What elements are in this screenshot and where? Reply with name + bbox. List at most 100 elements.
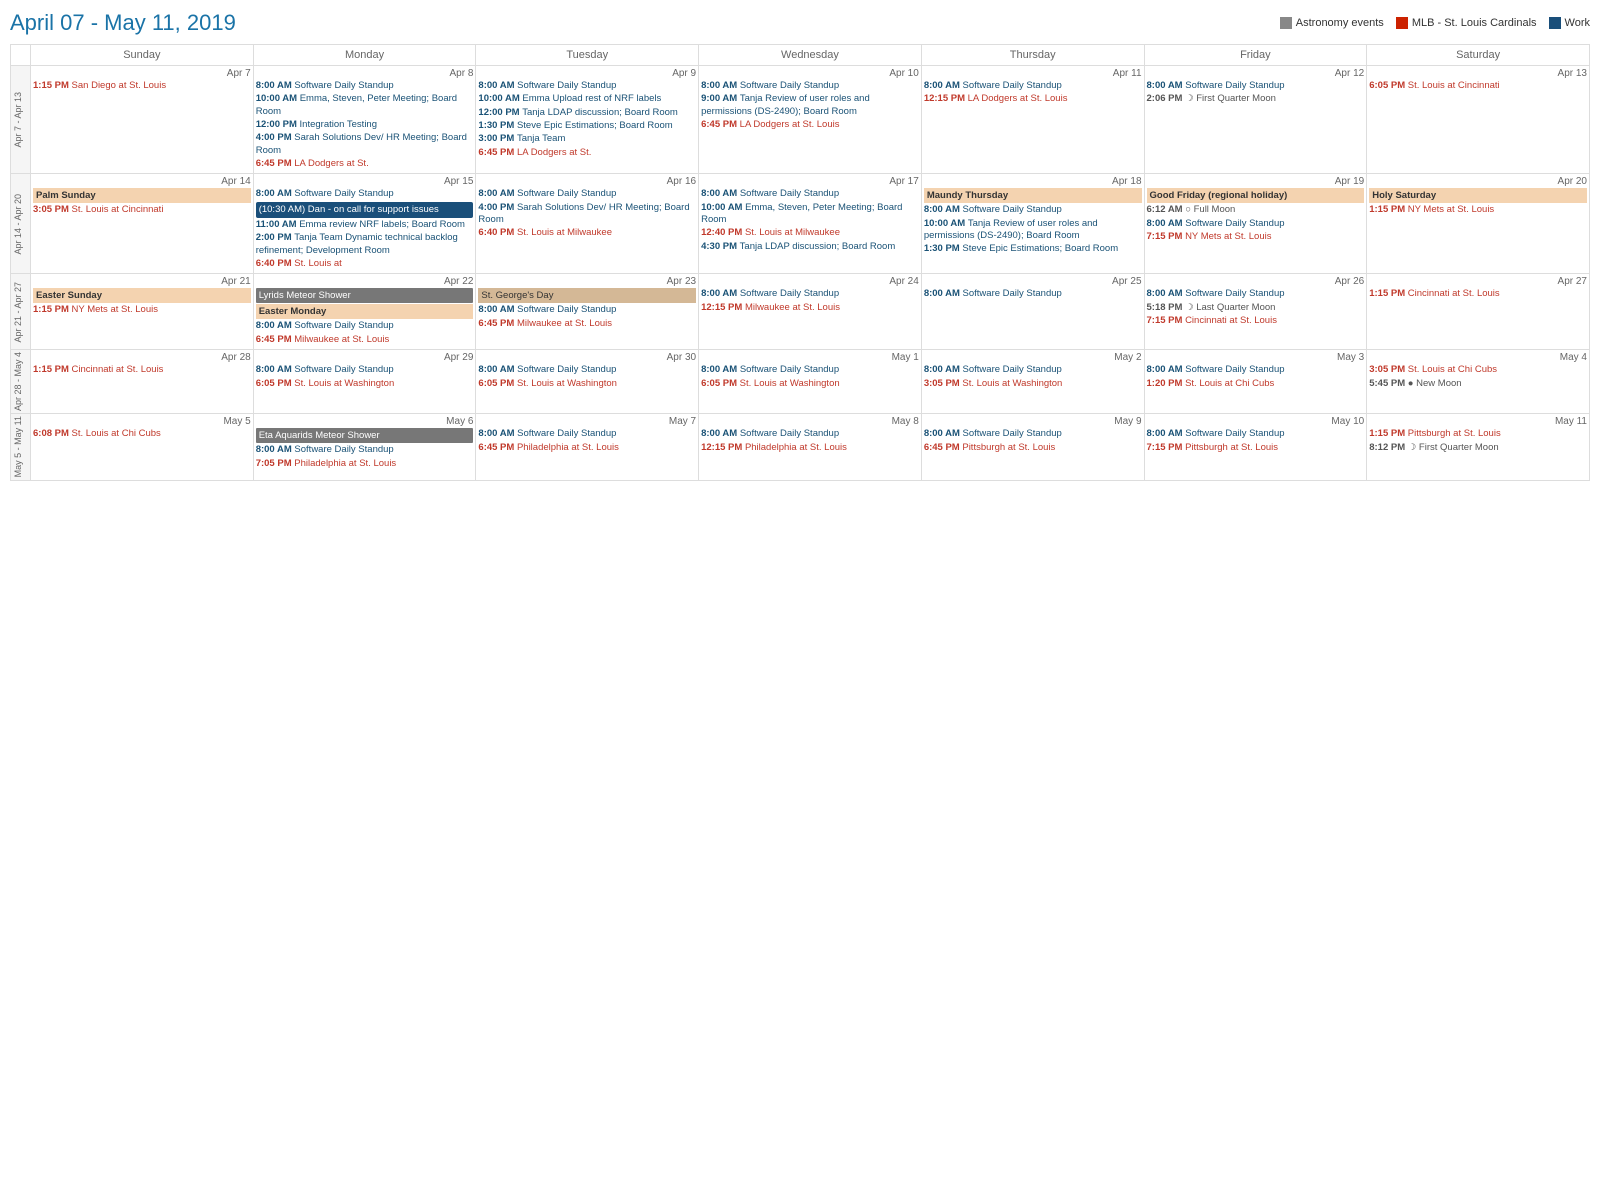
week-label: Apr 14 - Apr 20 <box>13 194 23 255</box>
week-col-header <box>11 45 31 66</box>
calendar-event[interactable]: 1:15 PM Pittsburgh at St. Louis <box>1369 428 1587 440</box>
calendar-event[interactable]: 1:15 PM NY Mets at St. Louis <box>33 304 251 316</box>
calendar-cell: Apr 19Good Friday (regional holiday)6:12… <box>1144 174 1367 274</box>
calendar-event[interactable]: 5:18 PM ☽ Last Quarter Moon <box>1147 302 1365 314</box>
day-of-week-header: Thursday <box>921 45 1144 66</box>
calendar-cell: Apr 281:15 PM Cincinnati at St. Louis <box>31 350 254 414</box>
calendar-event[interactable]: 6:45 PM Philadelphia at St. Louis <box>478 442 696 454</box>
calendar-event[interactable]: 3:00 PM Tanja Team <box>478 133 696 145</box>
calendar-event[interactable]: 12:00 PM Tanja LDAP discussion; Board Ro… <box>478 107 696 119</box>
calendar-event[interactable]: 6:45 PM Milwaukee at St. Louis <box>256 334 474 346</box>
calendar-event[interactable]: 1:15 PM San Diego at St. Louis <box>33 80 251 92</box>
calendar-event[interactable]: 8:12 PM ☽ First Quarter Moon <box>1369 442 1587 454</box>
calendar-event[interactable]: 12:40 PM St. Louis at Milwaukee <box>701 227 919 239</box>
calendar-event[interactable]: 8:00 AM Software Daily Standup <box>924 80 1142 92</box>
calendar-event[interactable]: 11:00 AM Emma review NRF labels; Board R… <box>256 219 474 231</box>
calendar-event[interactable]: 12:15 PM Philadelphia at St. Louis <box>701 442 919 454</box>
day-of-week-header: Wednesday <box>699 45 922 66</box>
calendar-cell: Apr 20Holy Saturday1:15 PM NY Mets at St… <box>1367 174 1590 274</box>
calendar-event[interactable]: 9:00 AM Tanja Review of user roles and p… <box>701 93 919 118</box>
cell-date: May 6 <box>256 416 474 427</box>
calendar-event[interactable]: 1:30 PM Steve Epic Estimations; Board Ro… <box>924 243 1142 255</box>
calendar-event[interactable]: 4:00 PM Sarah Solutions Dev/ HR Meeting;… <box>256 132 474 157</box>
calendar-event[interactable]: 10:00 AM Emma, Steven, Peter Meeting; Bo… <box>701 202 919 227</box>
calendar-event[interactable]: 8:00 AM Software Daily Standup <box>1147 428 1365 440</box>
calendar-event[interactable]: 1:15 PM NY Mets at St. Louis <box>1369 204 1587 216</box>
calendar-event[interactable]: 6:45 PM Pittsburgh at St. Louis <box>924 442 1142 454</box>
cell-date: Apr 28 <box>33 352 251 363</box>
calendar-event[interactable]: 3:05 PM St. Louis at Cincinnati <box>33 204 251 216</box>
calendar-event[interactable]: 6:05 PM St. Louis at Washington <box>256 378 474 390</box>
calendar-cell: Apr 158:00 AM Software Daily Standup(10:… <box>253 174 476 274</box>
calendar-event[interactable]: 8:00 AM Software Daily Standup <box>701 428 919 440</box>
calendar-event[interactable]: 10:00 AM Emma Upload rest of NRF labels <box>478 93 696 105</box>
calendar-event[interactable]: 4:30 PM Tanja LDAP discussion; Board Roo… <box>701 241 919 253</box>
cell-date: May 3 <box>1147 352 1365 363</box>
calendar-event[interactable]: 6:40 PM St. Louis at Milwaukee <box>478 227 696 239</box>
calendar-event[interactable]: 4:00 PM Sarah Solutions Dev/ HR Meeting;… <box>478 202 696 227</box>
calendar-event[interactable]: 8:00 AM Software Daily Standup <box>924 204 1142 216</box>
secondary-banner: St. George's Day <box>478 288 696 303</box>
calendar-event[interactable]: 8:00 AM Software Daily Standup <box>256 320 474 332</box>
calendar-event[interactable]: 12:15 PM Milwaukee at St. Louis <box>701 302 919 314</box>
calendar-table: SundayMondayTuesdayWednesdayThursdayFrid… <box>10 44 1590 481</box>
calendar-event[interactable]: 12:15 PM LA Dodgers at St. Louis <box>924 93 1142 105</box>
calendar-event[interactable]: 8:00 AM Software Daily Standup <box>478 188 696 200</box>
calendar-event[interactable]: 8:00 AM Software Daily Standup <box>478 428 696 440</box>
calendar-event[interactable]: 1:15 PM Cincinnati at St. Louis <box>33 364 251 376</box>
calendar-cell: May 43:05 PM St. Louis at Chi Cubs5:45 P… <box>1367 350 1590 414</box>
calendar-event[interactable]: 5:45 PM ● New Moon <box>1369 378 1587 390</box>
calendar-event[interactable]: 12:00 PM Integration Testing <box>256 119 474 131</box>
calendar-event[interactable]: 8:00 AM Software Daily Standup <box>256 444 474 456</box>
calendar-cell: Apr 271:15 PM Cincinnati at St. Louis <box>1367 274 1590 350</box>
cell-date: May 10 <box>1147 416 1365 427</box>
calendar-event[interactable]: 6:05 PM St. Louis at Washington <box>478 378 696 390</box>
holiday-banner: Palm Sunday <box>33 188 251 203</box>
calendar-event[interactable]: 2:00 PM Tanja Team Dynamic technical bac… <box>256 232 474 257</box>
mlb-legend-box <box>1396 17 1408 29</box>
calendar-event[interactable]: 3:05 PM St. Louis at Chi Cubs <box>1369 364 1587 376</box>
calendar-event[interactable]: 6:45 PM Milwaukee at St. Louis <box>478 318 696 330</box>
calendar-event[interactable]: 7:05 PM Philadelphia at St. Louis <box>256 458 474 470</box>
calendar-event[interactable]: 6:45 PM LA Dodgers at St. <box>256 158 474 170</box>
calendar-cell: Apr 88:00 AM Software Daily Standup10:00… <box>253 66 476 174</box>
calendar-event[interactable]: 8:00 AM Software Daily Standup <box>924 288 1142 300</box>
calendar-event[interactable]: 8:00 AM Software Daily Standup <box>701 80 919 92</box>
calendar-cell: Apr 308:00 AM Software Daily Standup6:05… <box>476 350 699 414</box>
calendar-event[interactable]: 8:00 AM Software Daily Standup <box>701 288 919 300</box>
calendar-event[interactable]: (10:30 AM) Dan - on call for support iss… <box>256 202 474 218</box>
calendar-event[interactable]: 8:00 AM Software Daily Standup <box>924 428 1142 440</box>
calendar-event[interactable]: 6:40 PM St. Louis at <box>256 258 474 270</box>
calendar-event[interactable]: 3:05 PM St. Louis at Washington <box>924 378 1142 390</box>
calendar-event[interactable]: 8:00 AM Software Daily Standup <box>478 364 696 376</box>
calendar-event[interactable]: 8:00 AM Software Daily Standup <box>256 80 474 92</box>
calendar-event[interactable]: 8:00 AM Software Daily Standup <box>1147 218 1365 230</box>
calendar-event[interactable]: 8:00 AM Software Daily Standup <box>256 188 474 200</box>
calendar-event[interactable]: 6:12 AM ○ Full Moon <box>1147 204 1365 216</box>
calendar-event[interactable]: 8:00 AM Software Daily Standup <box>256 364 474 376</box>
calendar-event[interactable]: 8:00 AM Software Daily Standup <box>924 364 1142 376</box>
calendar-event[interactable]: 8:00 AM Software Daily Standup <box>1147 288 1365 300</box>
calendar-event[interactable]: 1:30 PM Steve Epic Estimations; Board Ro… <box>478 120 696 132</box>
calendar-event[interactable]: 10:00 AM Tanja Review of user roles and … <box>924 218 1142 243</box>
calendar-event[interactable]: 8:00 AM Software Daily Standup <box>701 364 919 376</box>
calendar-cell: Apr 21Easter Sunday1:15 PM NY Mets at St… <box>31 274 254 350</box>
calendar-event[interactable]: 8:00 AM Software Daily Standup <box>478 304 696 316</box>
calendar-event[interactable]: 6:45 PM LA Dodgers at St. <box>478 147 696 159</box>
calendar-event[interactable]: 1:20 PM St. Louis at Chi Cubs <box>1147 378 1365 390</box>
calendar-event[interactable]: 8:00 AM Software Daily Standup <box>701 188 919 200</box>
calendar-event[interactable]: 7:15 PM NY Mets at St. Louis <box>1147 231 1365 243</box>
calendar-event[interactable]: 1:15 PM Cincinnati at St. Louis <box>1369 288 1587 300</box>
calendar-event[interactable]: 6:45 PM LA Dodgers at St. Louis <box>701 119 919 131</box>
calendar-event[interactable]: 8:00 AM Software Daily Standup <box>1147 80 1365 92</box>
calendar-event[interactable]: 7:15 PM Cincinnati at St. Louis <box>1147 315 1365 327</box>
calendar-event[interactable]: 8:00 AM Software Daily Standup <box>478 80 696 92</box>
calendar-event[interactable]: 6:05 PM St. Louis at Cincinnati <box>1369 80 1587 92</box>
calendar-event[interactable]: 10:00 AM Emma, Steven, Peter Meeting; Bo… <box>256 93 474 118</box>
calendar-event[interactable]: 8:00 AM Software Daily Standup <box>1147 364 1365 376</box>
calendar-event[interactable]: 6:05 PM St. Louis at Washington <box>701 378 919 390</box>
calendar-event[interactable]: 2:06 PM ☽ First Quarter Moon <box>1147 93 1365 105</box>
calendar-event[interactable]: 6:08 PM St. Louis at Chi Cubs <box>33 428 251 440</box>
calendar-event[interactable]: 7:15 PM Pittsburgh at St. Louis <box>1147 442 1365 454</box>
week-label: Apr 7 - Apr 13 <box>13 92 23 148</box>
